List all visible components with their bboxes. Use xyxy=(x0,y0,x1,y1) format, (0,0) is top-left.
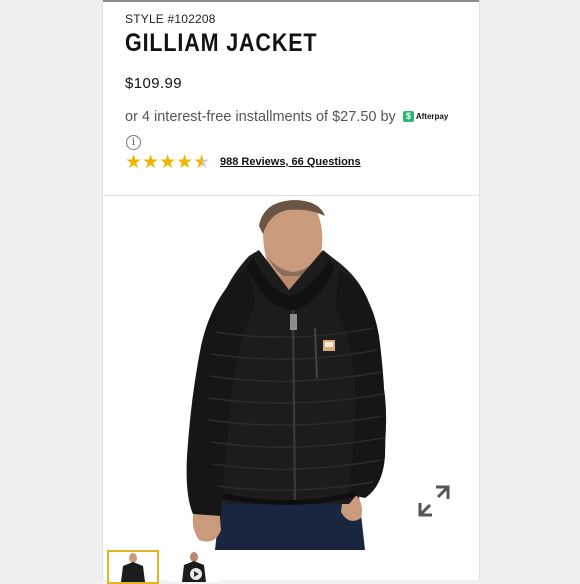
page-background-right xyxy=(480,0,580,580)
style-number: STYLE #102208 xyxy=(125,12,216,26)
product-column: STYLE #102208 GILLIAM JACKET $109.99 or … xyxy=(102,0,480,584)
info-icon[interactable]: i xyxy=(126,135,141,150)
jacket-thumbnail-icon xyxy=(121,553,145,582)
top-border xyxy=(103,0,479,2)
product-price: $109.99 xyxy=(125,75,183,92)
half-star-icon: ★ xyxy=(193,152,211,173)
product-title: GILLIAM JACKET xyxy=(125,29,318,57)
expand-icon[interactable] xyxy=(416,483,452,519)
star-icon: ★ xyxy=(159,152,177,173)
installments-text: or 4 interest-free installments of $27.5… xyxy=(125,109,396,125)
thumbnail-video[interactable] xyxy=(169,550,219,582)
thumbnail-strip xyxy=(107,550,219,584)
afterpay-installments: or 4 interest-free installments of $27.5… xyxy=(125,109,448,125)
afterpay-logo[interactable]: $ Afterpay xyxy=(402,110,449,122)
rating-stars[interactable]: ★ ★ ★ ★ ★ xyxy=(125,153,210,172)
page-background-left xyxy=(0,0,102,580)
thumbnail-jacket-front[interactable] xyxy=(107,550,159,584)
video-thumbnail-icon xyxy=(182,552,206,582)
star-icon: ★ xyxy=(142,152,160,173)
product-image[interactable] xyxy=(103,196,479,550)
afterpay-icon: $ xyxy=(402,110,414,122)
afterpay-label: Afterpay xyxy=(415,111,449,121)
star-icon: ★ xyxy=(176,152,194,173)
reviews-questions-link[interactable]: 988 Reviews, 66 Questions xyxy=(220,156,361,168)
star-icon: ★ xyxy=(125,152,143,173)
